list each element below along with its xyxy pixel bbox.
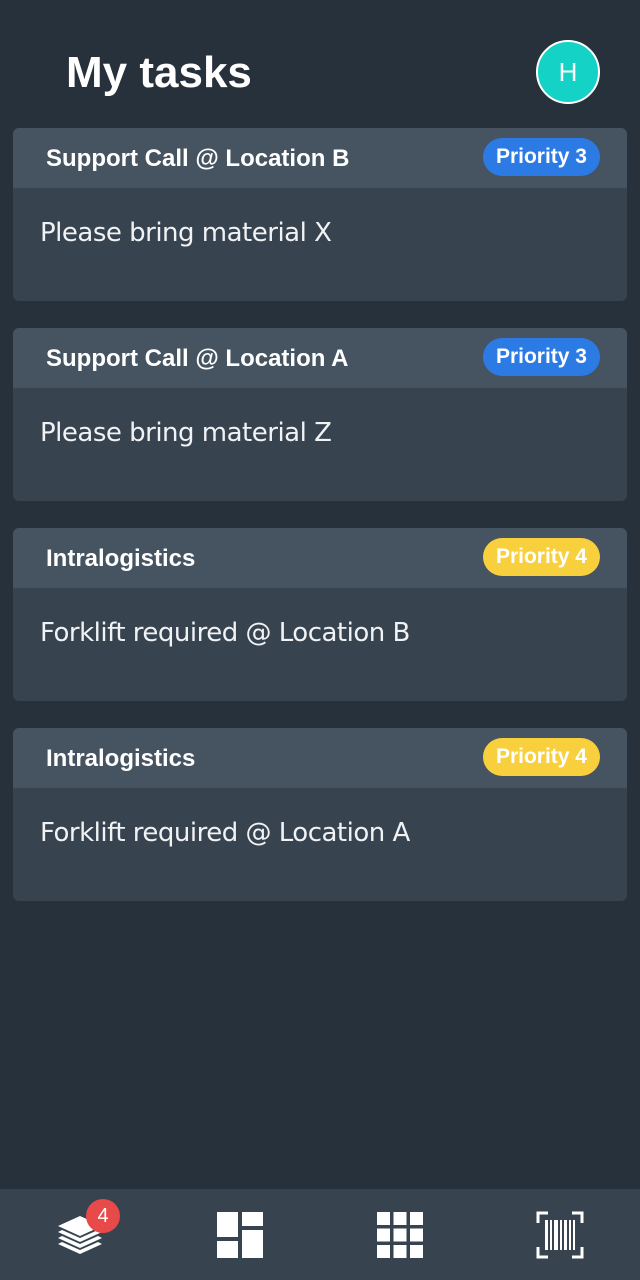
priority-badge: Priority 4 [482, 738, 600, 776]
task-title: Intralogistics [46, 745, 196, 772]
nav-scan[interactable] [480, 1189, 640, 1280]
avatar[interactable]: H [536, 40, 600, 104]
task-card[interactable]: Support Call @ Location A Priority 3 Ple… [13, 328, 627, 501]
bottom-nav: 4 [0, 1189, 640, 1280]
task-card-header: Support Call @ Location A Priority 3 [13, 328, 627, 388]
priority-badge: Priority 3 [482, 138, 600, 176]
task-card-header: Intralogistics Priority 4 [13, 728, 627, 788]
task-description: Forklift required @ Location A [40, 818, 410, 848]
nav-dashboard[interactable] [160, 1189, 320, 1280]
task-list: Support Call @ Location B Priority 3 Ple… [13, 128, 627, 928]
task-title: Support Call @ Location A [46, 345, 349, 372]
page-title: My tasks [66, 48, 252, 97]
barcode-scan-icon [536, 1211, 584, 1259]
task-card[interactable]: Intralogistics Priority 4 Forklift requi… [13, 528, 627, 701]
nav-tasks[interactable]: 4 [0, 1189, 160, 1280]
nav-apps[interactable] [320, 1189, 480, 1280]
task-card[interactable]: Intralogistics Priority 4 Forklift requi… [13, 728, 627, 901]
grid-apps-icon [376, 1211, 424, 1259]
task-description: Forklift required @ Location B [40, 618, 410, 648]
task-description: Please bring material X [40, 218, 332, 248]
notification-badge: 4 [86, 1199, 120, 1233]
priority-badge: Priority 4 [482, 538, 600, 576]
priority-badge: Priority 3 [482, 338, 600, 376]
task-card[interactable]: Support Call @ Location B Priority 3 Ple… [13, 128, 627, 301]
dashboard-icon [216, 1211, 264, 1259]
task-card-header: Intralogistics Priority 4 [13, 528, 627, 588]
task-title: Support Call @ Location B [46, 145, 350, 172]
task-card-header: Support Call @ Location B Priority 3 [13, 128, 627, 188]
app-header: My tasks H [0, 0, 640, 128]
task-description: Please bring material Z [40, 418, 332, 448]
task-title: Intralogistics [46, 545, 196, 572]
